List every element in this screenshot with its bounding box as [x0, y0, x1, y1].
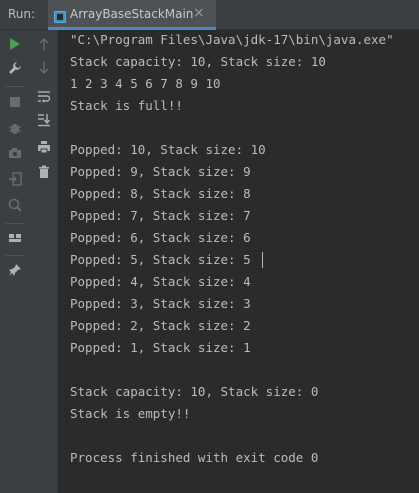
console-output[interactable]: "C:\Program Files\Java\jdk-17\bin\java.e…	[59, 30, 419, 493]
run-icon[interactable]	[7, 36, 23, 52]
wrench-icon[interactable]	[7, 60, 23, 76]
run-config-icon	[54, 8, 66, 23]
toolbar-separator	[6, 255, 24, 256]
arrow-up-icon[interactable]	[36, 36, 52, 52]
console-line: 1 2 3 4 5 6 7 8 9 10	[70, 76, 221, 91]
console-line: "C:\Program Files\Java\jdk-17\bin\java.e…	[70, 32, 394, 47]
run-toolbar-primary	[0, 30, 30, 493]
console-line: Popped: 3, Stack size: 3	[70, 296, 251, 311]
camera-icon[interactable]	[7, 145, 23, 161]
stop-icon[interactable]	[7, 94, 23, 110]
console-line: Stack capacity: 10, Stack size: 0	[70, 384, 319, 399]
debug-bug-icon[interactable]	[7, 120, 23, 136]
run-toolbar-secondary	[30, 30, 58, 493]
scroll-to-end-icon[interactable]	[36, 112, 52, 128]
console-line: Stack is empty!!	[70, 406, 191, 421]
login-icon[interactable]	[7, 171, 23, 187]
console-line: Popped: 8, Stack size: 8	[70, 186, 251, 201]
console-line: Popped: 6, Stack size: 6	[70, 230, 251, 245]
console-line: Popped: 2, Stack size: 2	[70, 318, 251, 333]
console-line: Popped: 1, Stack size: 1	[70, 340, 251, 355]
trash-icon[interactable]	[36, 164, 52, 180]
toolbar-separator	[6, 86, 24, 87]
toolbar-separator	[6, 223, 24, 224]
run-header: Run: ArrayBaseStackMain ×	[0, 0, 419, 30]
run-tool-window: Run: ArrayBaseStackMain × "C:\Program Fi…	[0, 0, 419, 493]
text-caret	[262, 252, 263, 268]
print-icon[interactable]	[36, 139, 52, 155]
console-line: Process finished with exit code 0	[70, 450, 319, 465]
settings-icon[interactable]	[7, 197, 23, 213]
console-line: Popped: 7, Stack size: 7	[70, 208, 251, 223]
tab-label: ArrayBaseStackMain	[70, 7, 194, 21]
soft-wrap-icon[interactable]	[36, 88, 52, 104]
layout-icon[interactable]	[7, 230, 23, 246]
arrow-down-icon[interactable]	[36, 60, 52, 76]
tab-arraybasestackmain[interactable]: ArrayBaseStackMain ×	[48, 0, 216, 30]
pin-icon[interactable]	[7, 262, 23, 278]
console-line: Popped: 5, Stack size: 5	[70, 252, 251, 267]
close-icon[interactable]: ×	[193, 5, 205, 21]
console-line: Popped: 4, Stack size: 4	[70, 274, 251, 289]
console-line: Stack is full!!	[70, 98, 183, 113]
console-line: Popped: 10, Stack size: 10	[70, 142, 266, 157]
console-line: Popped: 9, Stack size: 9	[70, 164, 251, 179]
run-label: Run:	[8, 7, 36, 21]
console-line: Stack capacity: 10, Stack size: 10	[70, 54, 326, 69]
